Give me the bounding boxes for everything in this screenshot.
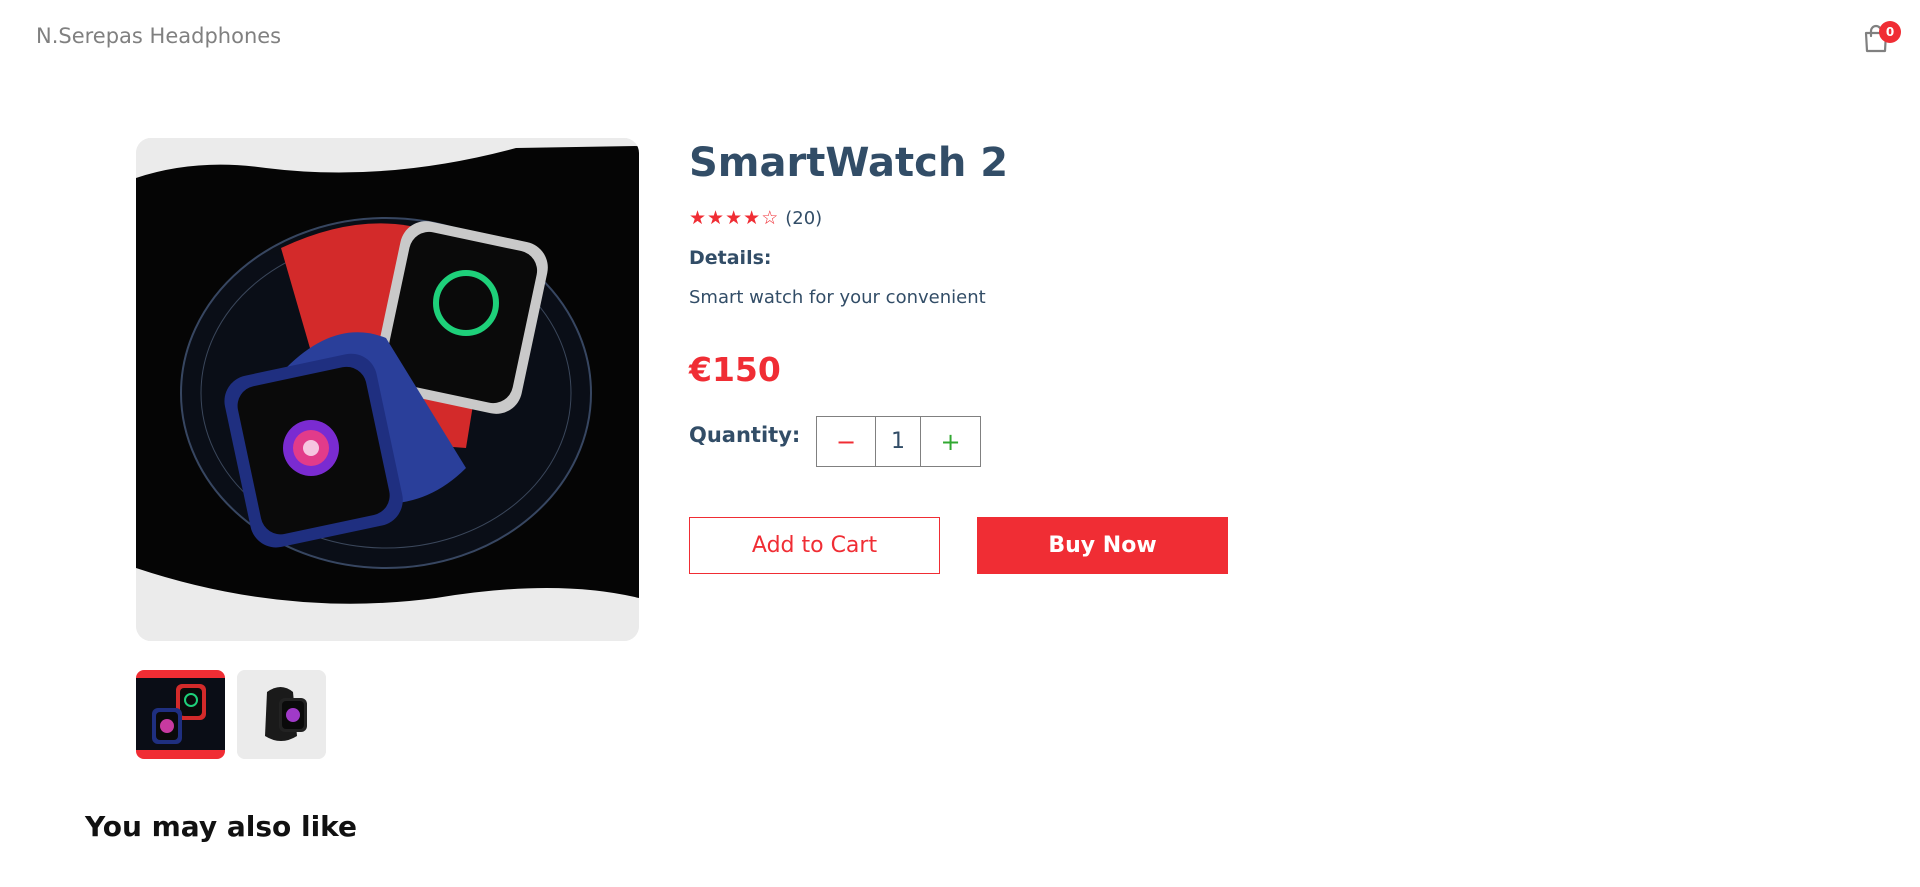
product-main-image <box>136 138 639 641</box>
add-to-cart-button[interactable]: Add to Cart <box>689 517 940 574</box>
thumbnail-2[interactable] <box>237 670 326 759</box>
star-filled-icon: ★ <box>743 206 761 229</box>
thumbnail-1[interactable] <box>136 670 225 759</box>
star-outline-icon: ☆ <box>761 206 779 229</box>
product-rating: ★ ★ ★ ★ ☆ (20) <box>689 205 822 231</box>
star-filled-icon: ★ <box>725 206 743 229</box>
star-filled-icon: ★ <box>707 206 725 229</box>
star-filled-icon: ★ <box>689 206 707 229</box>
you-may-also-like-heading: You may also like <box>85 810 358 843</box>
thumbnail-black-smartwatch-image <box>237 670 326 759</box>
quantity-stepper: − 1 + <box>816 416 981 467</box>
details-label: Details: <box>689 247 772 269</box>
logo-link[interactable]: N.Serepas Headphones <box>36 24 281 48</box>
quantity-increase-button[interactable]: + <box>921 417 980 466</box>
product-title: SmartWatch 2 <box>689 140 1009 186</box>
product-description: Smart watch for your convenient <box>689 287 986 308</box>
product-price: €150 <box>689 350 781 389</box>
thumbnail-smartwatch-image <box>136 678 225 750</box>
quantity-decrease-button[interactable]: − <box>817 417 875 466</box>
cart-count-badge: 0 <box>1879 21 1901 43</box>
smartwatch-image <box>136 138 639 641</box>
buy-now-button[interactable]: Buy Now <box>977 517 1228 574</box>
quantity-value: 1 <box>875 417 921 466</box>
navbar: N.Serepas Headphones 0 <box>0 0 1920 74</box>
rating-count: (20) <box>785 207 823 229</box>
quantity-label: Quantity: <box>689 423 801 447</box>
